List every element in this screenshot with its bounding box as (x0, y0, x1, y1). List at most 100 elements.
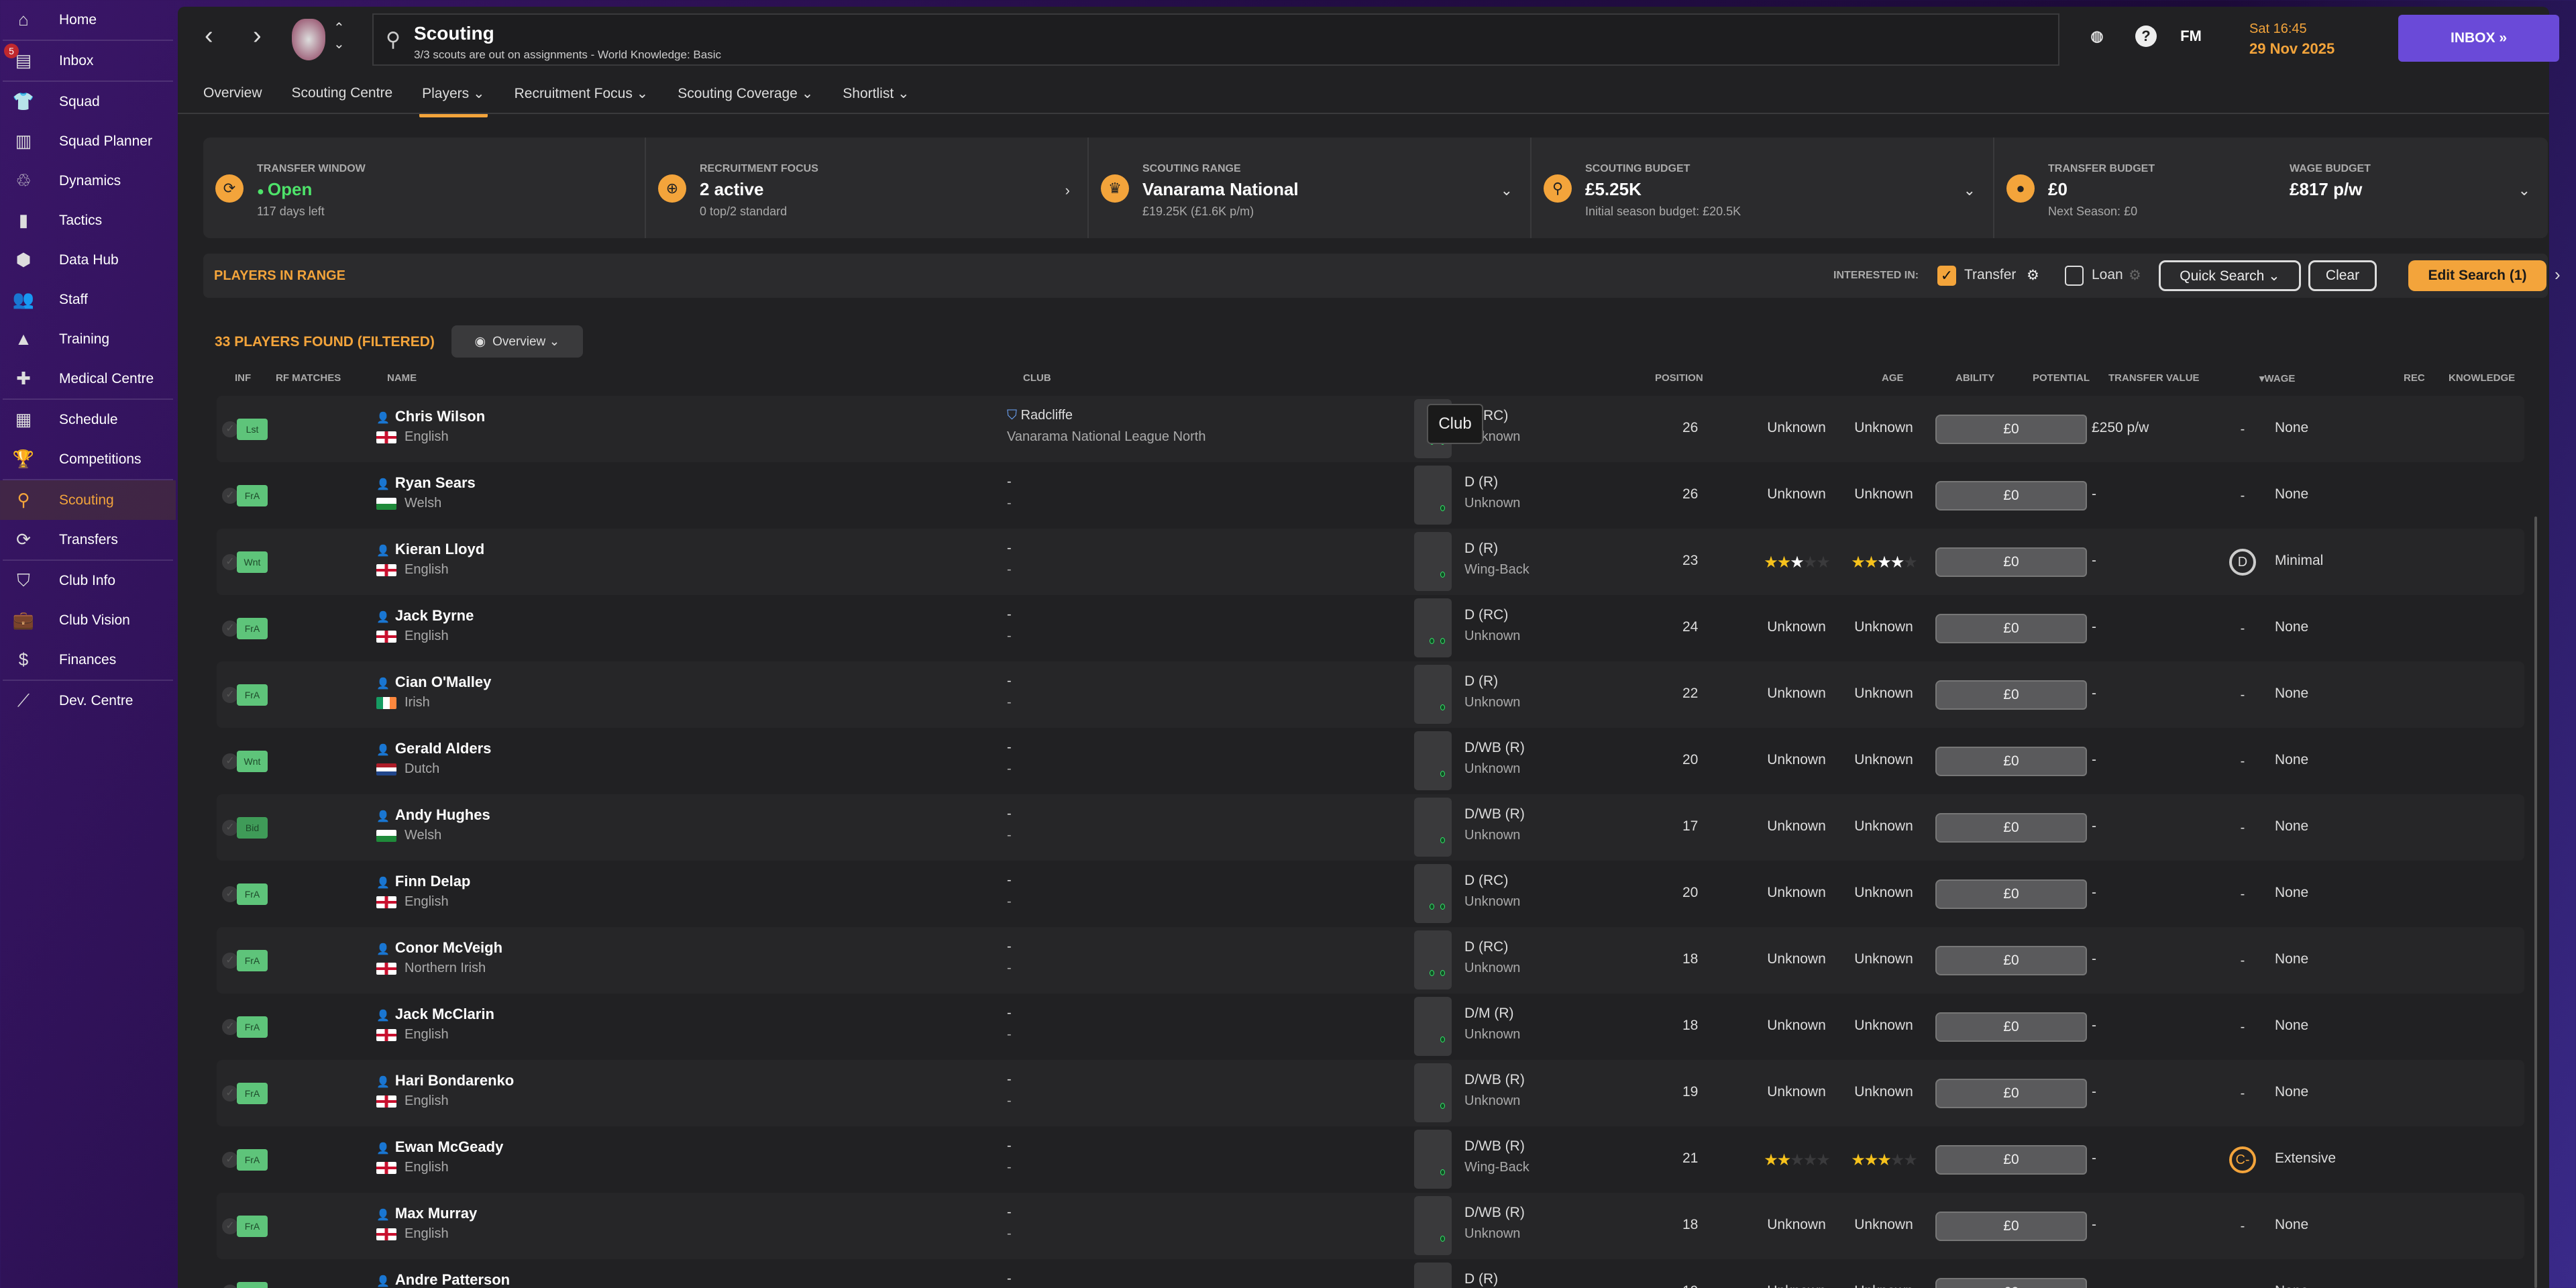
table-row[interactable]: ✓ FrA 👤 Hari Bondarenko English - - D/WB (R) Unk… (217, 1060, 2524, 1126)
player-name[interactable]: 👤 Finn Delap (376, 873, 470, 890)
table-row[interactable]: ✓ FrA 👤 Max Murray English - - D/WB (R) Unknown 1… (217, 1193, 2524, 1259)
column-header-potential[interactable]: POTENTIAL (2033, 372, 2090, 384)
player-name[interactable]: 👤 Hari Bondarenko (376, 1072, 514, 1089)
forward-button[interactable]: › (253, 21, 262, 50)
table-row[interactable]: ✓ FrA 👤 Ewan McGeady English - - D/WB (R) Wing-B… (217, 1126, 2524, 1193)
column-header-club[interactable]: CLUB (1023, 372, 1051, 384)
transfer-value-tag[interactable]: £0 (1935, 879, 2087, 909)
shortlist-check-icon[interactable]: ✓ (222, 1218, 238, 1234)
sidebar-item-home[interactable]: ⌂ Home (0, 0, 176, 40)
tab-scouting-coverage[interactable]: Scouting Coverage ⌄ (678, 77, 813, 117)
shortlist-check-icon[interactable]: ✓ (222, 687, 238, 703)
table-row[interactable]: ✓ Wnt 👤 Kieran Lloyd English - - D (R) Wing-Back… (217, 529, 2524, 595)
chevron-icon[interactable]: ⌄ (1964, 182, 1976, 199)
transfer-value-tag[interactable]: £0 (1935, 1012, 2087, 1042)
column-header-transfer-value[interactable]: TRANSFER VALUE (2108, 372, 2200, 384)
summary-card-transfer-budget[interactable]: ● TRANSFER BUDGET £0 Next Season: £0 WAGE BU… (1994, 138, 2548, 238)
back-button[interactable]: ‹ (205, 21, 213, 50)
table-row[interactable]: ✓ FrA 👤 Cian O'Malley Irish - - D (R) Unknown 22 U… (217, 661, 2524, 728)
sidebar-item-staff[interactable]: 👥 Staff (0, 280, 176, 319)
sidebar-item-scouting[interactable]: ⚲ Scouting (0, 480, 176, 520)
column-header-ability[interactable]: ABILITY (1955, 372, 1994, 384)
player-name[interactable]: 👤 Ryan Sears (376, 474, 476, 492)
transfer-value-tag[interactable]: £0 (1935, 415, 2087, 444)
column-header-knowledge[interactable]: KNOWLEDGE (2449, 372, 2515, 384)
chevron-icon[interactable]: ⌄ (2518, 182, 2530, 199)
table-row[interactable]: ✓ Lst 👤 Chris Wilson English ⛉ Radcliffe Vanar… (217, 396, 2524, 462)
column-header-wage[interactable]: ▾WAGE (2259, 372, 2295, 384)
chevron-icon[interactable]: › (1065, 182, 1070, 199)
player-name[interactable]: 👤 Andre Patterson (376, 1271, 510, 1288)
column-header-name[interactable]: NAME (387, 372, 417, 384)
more-arrow-button[interactable]: › (2555, 264, 2561, 285)
sidebar-item-inbox[interactable]: ▤ 5 Inbox (0, 41, 176, 80)
table-row[interactable]: ✓ Bid 👤 Andy Hughes Welsh - - D/WB (R) Unknown 17… (217, 794, 2524, 861)
clear-button[interactable]: Clear (2308, 260, 2377, 291)
game-date[interactable]: Sat 16:45 29 Nov 2025 (2249, 19, 2334, 60)
player-name[interactable]: 👤 Andy Hughes (376, 806, 490, 824)
player-name[interactable]: 👤 Chris Wilson (376, 408, 485, 425)
shortlist-check-icon[interactable]: ✓ (222, 753, 238, 769)
shortlist-check-icon[interactable]: ✓ (222, 886, 238, 902)
sidebar-item-schedule[interactable]: ▦ Schedule (0, 400, 176, 439)
edit-search-button[interactable]: Edit Search (1) (2408, 260, 2546, 291)
shortlist-check-icon[interactable]: ✓ (222, 953, 238, 969)
summary-card-scouting-budget[interactable]: ⚲ SCOUTING BUDGET £5.25K Initial season bud… (1532, 138, 1994, 238)
table-row[interactable]: ✓ FrA 👤 Conor McVeigh Northern Irish - - D (RC)… (217, 927, 2524, 994)
view-selector[interactable]: ◉ Overview ⌄ (451, 325, 583, 358)
sidebar-item-club-vision[interactable]: 💼 Club Vision (0, 600, 176, 640)
player-name[interactable]: 👤 Kieran Lloyd (376, 541, 484, 558)
column-header-rec[interactable]: REC (2404, 372, 2425, 384)
shortlist-check-icon[interactable]: ✓ (222, 1152, 238, 1168)
transfer-value-tag[interactable]: £0 (1935, 614, 2087, 643)
tab-shortlist[interactable]: Shortlist ⌄ (843, 77, 909, 117)
table-row[interactable]: ✓ FrA 👤 Jack Byrne English - - D (RC) Unknown 24 U… (217, 595, 2524, 661)
tab-players[interactable]: Players ⌄ (419, 77, 488, 117)
column-header-rf-matches[interactable]: RF MATCHES (276, 372, 341, 384)
tab-overview[interactable]: Overview (203, 77, 262, 117)
table-row[interactable]: ✓FrA 👤 Andre Patterson - D (R) 19 Unknown Unkno… (217, 1259, 2524, 1288)
player-name[interactable]: 👤 Cian O'Malley (376, 674, 491, 691)
player-name[interactable]: 👤 Max Murray (376, 1205, 477, 1222)
player-name[interactable]: 👤 Conor McVeigh (376, 939, 502, 957)
page-search-box[interactable]: ⚲ Scouting 3/3 scouts are out on assignm… (372, 13, 2059, 66)
quick-search-button[interactable]: Quick Search ⌄ (2159, 260, 2301, 291)
transfer-value-tag[interactable]: £0 (1935, 680, 2087, 710)
tab-scouting-centre[interactable]: Scouting Centre (292, 77, 393, 117)
column-header-inf[interactable]: INF (235, 372, 251, 384)
column-header-position[interactable]: POSITION (1655, 372, 1703, 384)
sidebar-item-dynamics[interactable]: ♲ Dynamics (0, 161, 176, 201)
shortlist-check-icon[interactable]: ✓ (222, 554, 238, 570)
inbox-continue-button[interactable]: INBOX » (2398, 15, 2559, 62)
sidebar-item-competitions[interactable]: 🏆 Competitions (0, 439, 176, 479)
shortlist-check-icon[interactable]: ✓ (222, 820, 238, 836)
shortlist-check-icon[interactable]: ✓ (222, 488, 238, 504)
sidebar-item-squad-planner[interactable]: ▥ Squad Planner (0, 121, 176, 161)
player-name[interactable]: 👤 Jack Byrne (376, 607, 474, 625)
transfer-value-tag[interactable]: £0 (1935, 1278, 2087, 1288)
shortlist-check-icon[interactable]: ✓ (222, 621, 238, 637)
sidebar-item-transfers[interactable]: ⟳ Transfers (0, 520, 176, 559)
player-name[interactable]: 👤 Jack McClarin (376, 1006, 494, 1023)
fm-menu-icon[interactable]: FM (2180, 25, 2202, 47)
table-row[interactable]: ✓ FrA 👤 Finn Delap English - - D (RC) Unknown 20 U… (217, 861, 2524, 927)
sidebar-item-dev-centre[interactable]: ⟋ Dev. Centre (0, 681, 176, 720)
shortlist-check-icon[interactable]: ✓ (222, 1285, 238, 1288)
summary-card-recruitment-focus[interactable]: ⊕ RECRUITMENT FOCUS 2 active 0 top/2 standa… (646, 138, 1089, 238)
club-name[interactable]: ⛉ Radcliffe (1007, 408, 1073, 423)
tab-recruitment-focus[interactable]: Recruitment Focus ⌄ (515, 77, 649, 117)
scrollbar[interactable] (2534, 517, 2537, 1288)
transfer-value-tag[interactable]: £0 (1935, 747, 2087, 776)
sidebar-item-club-info[interactable]: ⛉ Club Info (0, 561, 176, 600)
transfer-value-tag[interactable]: £0 (1935, 946, 2087, 975)
summary-card-scouting-range[interactable]: ♛ SCOUTING RANGE Vanarama National £19.25K … (1089, 138, 1532, 238)
transfer-value-tag[interactable]: £0 (1935, 547, 2087, 577)
sidebar-item-training[interactable]: ▲ Training (0, 319, 176, 359)
shortlist-check-icon[interactable]: ✓ (222, 1085, 238, 1102)
column-header-age[interactable]: AGE (1882, 372, 1904, 384)
transfer-value-tag[interactable]: £0 (1935, 1212, 2087, 1241)
transfer-value-tag[interactable]: £0 (1935, 813, 2087, 843)
transfer-value-tag[interactable]: £0 (1935, 1145, 2087, 1175)
help-icon[interactable]: ? (2135, 25, 2157, 47)
shortlist-check-icon[interactable]: ✓ (222, 421, 238, 437)
